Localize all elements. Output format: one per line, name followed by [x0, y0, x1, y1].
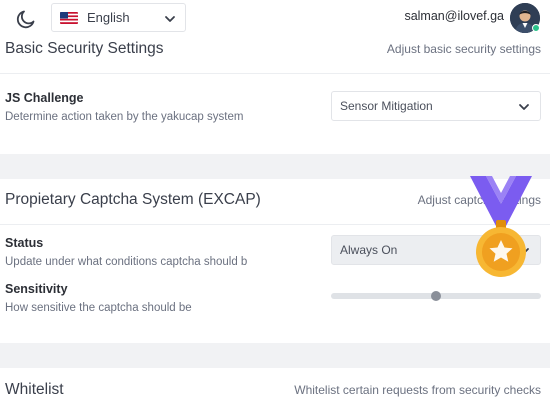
chevron-down-icon	[519, 104, 529, 110]
js-challenge-description: Determine action taken by the yakucap sy…	[5, 111, 244, 123]
sensitivity-slider[interactable]	[331, 291, 541, 301]
status-description: Update under what conditions captcha sho…	[5, 256, 248, 268]
chevron-down-icon	[165, 16, 175, 22]
sensitivity-title: Sensitivity	[5, 282, 68, 296]
sensitivity-description: How sensitive the captcha should be	[5, 302, 192, 314]
whitelist-card: Whitelist Whitelist certain requests fro…	[0, 368, 550, 397]
us-flag-icon	[60, 12, 78, 24]
card-subtitle: Adjust basic security settings	[386, 42, 541, 56]
js-challenge-select[interactable]: Sensor Mitigation	[331, 91, 541, 121]
select-value: Sensor Mitigation	[340, 99, 433, 113]
card-title: Basic Security Settings	[5, 40, 164, 57]
card-header: Basic Security Settings Adjust basic sec…	[0, 36, 550, 74]
card-title: Propietary Captcha System (EXCAP)	[5, 191, 261, 208]
language-select[interactable]: English	[51, 3, 186, 32]
basic-security-card: Basic Security Settings Adjust basic sec…	[0, 36, 550, 154]
select-value: Always On	[340, 243, 398, 257]
card-title: Whitelist	[5, 381, 64, 397]
js-challenge-title: JS Challenge	[5, 91, 84, 105]
moon-icon[interactable]	[14, 7, 38, 31]
user-email[interactable]: salman@ilovef.ga	[404, 9, 504, 23]
slider-thumb[interactable]	[431, 291, 441, 301]
online-status-dot	[532, 24, 540, 32]
language-label: English	[87, 10, 130, 25]
medal-star-icon	[470, 176, 532, 277]
status-title: Status	[5, 236, 44, 250]
card-subtitle: Whitelist certain requests from security…	[294, 383, 541, 397]
